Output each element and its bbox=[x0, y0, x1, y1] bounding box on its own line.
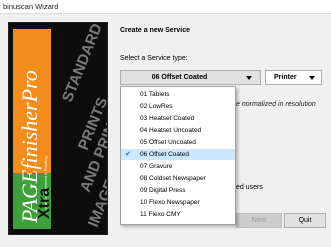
service-type-dropdown: 01 Tablets 02 LowRes 03 Heatset Coated 0… bbox=[120, 86, 236, 225]
dropdown-item-label: 08 Coldset Newspaper bbox=[140, 175, 206, 182]
dropdown-item[interactable]: 02 LowRes bbox=[121, 101, 235, 112]
dropdown-item[interactable]: 04 Heatset Uncoated bbox=[121, 125, 235, 136]
dropdown-item[interactable]: 11 Flexo CMY bbox=[121, 209, 235, 220]
chevron-down-icon bbox=[246, 76, 252, 80]
dropdown-item-label: 05 Offset Uncoated bbox=[140, 139, 196, 146]
quit-button[interactable]: Quit bbox=[284, 213, 326, 228]
resolution-note: e normalized in resolution bbox=[236, 101, 316, 108]
window-title: binuscan Wizard bbox=[3, 2, 59, 11]
dropdown-item-label: 02 LowRes bbox=[140, 103, 173, 110]
dropdown-item[interactable]: 05 Offset Uncoated bbox=[121, 137, 235, 148]
page-heading: Create a new Service bbox=[120, 27, 191, 34]
dropdown-item[interactable]: 08 Coldset Newspaper bbox=[121, 173, 235, 184]
dropdown-item-label: 04 Heatset Uncoated bbox=[140, 127, 202, 134]
dropdown-item[interactable]: 03 Heatset Coated bbox=[121, 113, 235, 124]
dropdown-item[interactable]: 10 Flexo Newspaper bbox=[121, 197, 235, 208]
dropdown-item[interactable]: 07 Gravure bbox=[121, 161, 235, 172]
service-type-value: 06 Offset Coated bbox=[151, 74, 208, 81]
service-type-label: Select a Service type: bbox=[120, 55, 188, 62]
printer-select[interactable]: Printer bbox=[265, 70, 322, 85]
dropdown-item[interactable]: 09 Digital Press bbox=[121, 185, 235, 196]
banner-artwork: STANDARD PRINTS AND PRINT IMAGES PAGEfin… bbox=[9, 23, 107, 234]
next-button[interactable]: Next bbox=[236, 213, 282, 228]
dropdown-item-selected[interactable]: ✔ 06 Offset Coated bbox=[121, 149, 235, 160]
product-banner: STANDARD PRINTS AND PRINT IMAGES PAGEfin… bbox=[8, 22, 108, 235]
dropdown-item[interactable]: 01 Tablets bbox=[121, 89, 235, 100]
dropdown-item-label: 06 Offset Coated bbox=[140, 151, 190, 158]
dropdown-item-label: 10 Flexo Newspaper bbox=[140, 199, 200, 206]
dropdown-item-label: 09 Digital Press bbox=[140, 187, 186, 194]
title-bar: binuscan Wizard bbox=[0, 0, 331, 14]
service-type-select[interactable]: 06 Offset Coated bbox=[120, 70, 261, 85]
chevron-down-icon bbox=[309, 76, 315, 80]
dropdown-item-label: 07 Gravure bbox=[140, 163, 173, 170]
checkmark-icon: ✔ bbox=[125, 151, 131, 158]
dropdown-item-label: 03 Heatset Coated bbox=[140, 115, 195, 122]
dropdown-item-label: 11 Flexo CMY bbox=[140, 211, 181, 218]
banner-xtra: Xtra bbox=[36, 188, 53, 219]
dropdown-item-label: 01 Tablets bbox=[140, 91, 170, 98]
printer-value: Printer bbox=[274, 74, 297, 81]
users-text: ed users bbox=[236, 184, 263, 191]
